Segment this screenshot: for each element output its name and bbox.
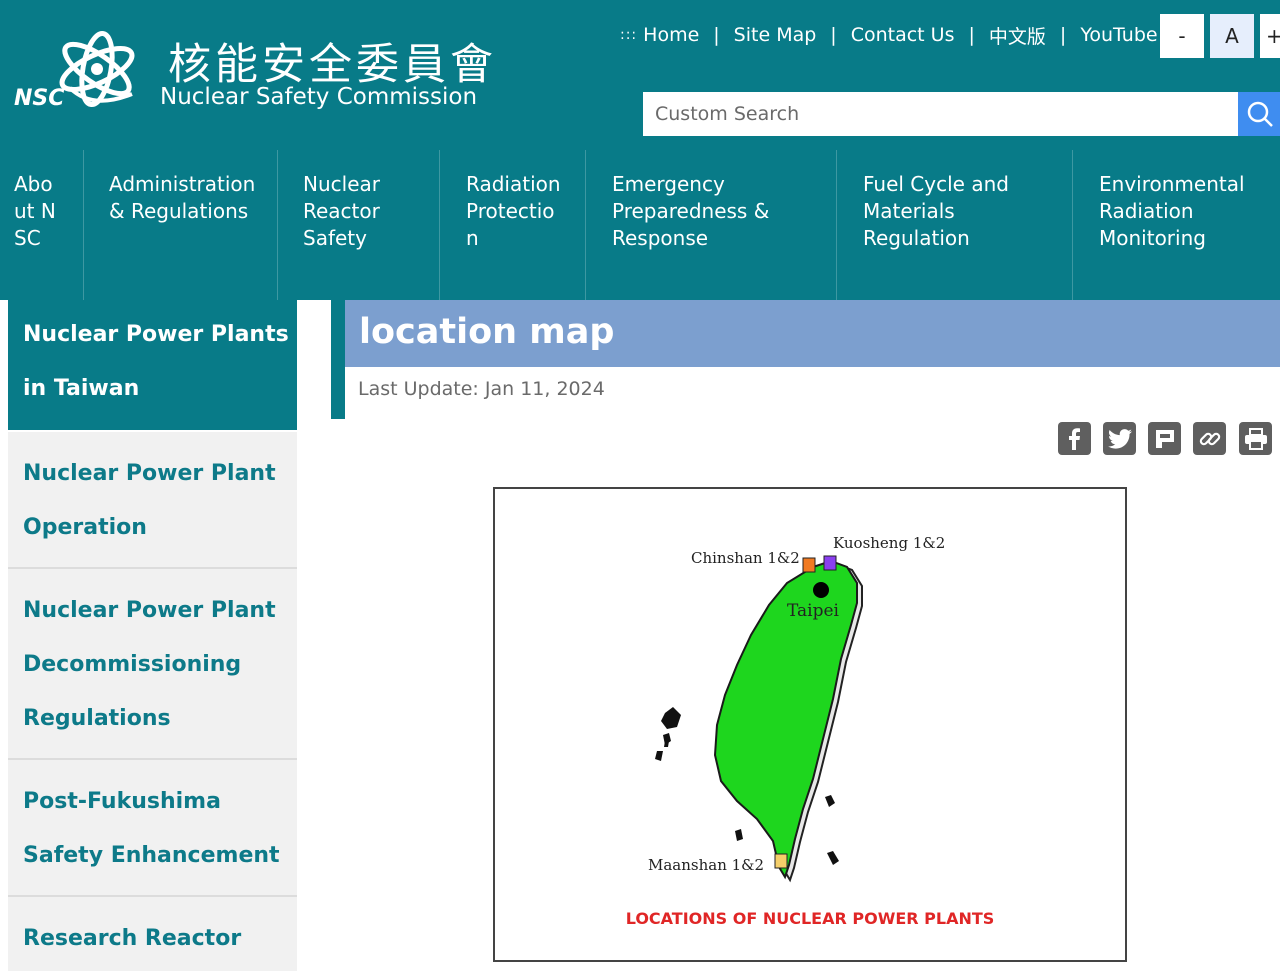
plurk-icon <box>1155 429 1174 448</box>
link-separator: | <box>713 24 720 46</box>
chinese-version-link[interactable]: 中文版 <box>989 22 1046 49</box>
home-link[interactable]: Home <box>643 24 699 46</box>
font-size-normal-button[interactable]: A <box>1210 14 1254 58</box>
site-logo[interactable]: NSC 核能安全委員會 Nuclear Safety Commission <box>12 24 512 124</box>
site-map-link[interactable]: Site Map <box>734 24 817 46</box>
top-links: ::: Home | Site Map | Contact Us | 中文版 |… <box>620 20 1158 50</box>
site-header: NSC 核能安全委員會 Nuclear Safety Commission ::… <box>0 0 1280 300</box>
page-title: location map <box>345 300 1280 367</box>
link-icon <box>1199 432 1220 445</box>
nav-item-reactor-safety[interactable]: Nuclear Reactor Safety <box>303 150 408 300</box>
last-update: Last Update: Jan 11, 2024 <box>358 378 605 400</box>
nav-divider <box>585 150 586 300</box>
nav-divider <box>277 150 278 300</box>
link-separator: | <box>968 24 975 46</box>
nav-divider <box>836 150 837 300</box>
youtube-link[interactable]: YouTube <box>1080 24 1157 46</box>
sidebar-item-post-fukushima[interactable]: Post-Fukushima Safety Enhancement <box>8 760 297 895</box>
contact-us-link[interactable]: Contact Us <box>851 24 955 46</box>
sidebar-heading[interactable]: Nuclear Power Plants in Taiwan <box>8 300 297 430</box>
print-icon <box>1244 427 1267 450</box>
map-label-taipei: Taipei <box>787 601 839 621</box>
twitter-share-button[interactable] <box>1103 422 1136 455</box>
main-nav: About NSC Administration & Regulations N… <box>0 150 1280 300</box>
taiwan-map-graphic <box>655 555 863 883</box>
font-size-decrease-button[interactable]: - <box>1160 14 1204 58</box>
copy-link-button[interactable] <box>1193 422 1226 455</box>
nav-item-radiation-protection[interactable]: Radiation Protection <box>466 150 564 300</box>
sidebar-item-operation-regulations[interactable]: Nuclear Power Plant Operation Regulation… <box>8 432 297 594</box>
location-map: Chinshan 1&2 Kuosheng 1&2 Taipei Maansha… <box>493 487 1127 962</box>
facebook-share-button[interactable] <box>1058 422 1091 455</box>
map-label-kuosheng: Kuosheng 1&2 <box>833 534 946 552</box>
search-icon <box>1247 101 1273 127</box>
facebook-icon <box>1068 427 1080 450</box>
nav-item-environmental[interactable]: Environmental Radiation Monitoring <box>1099 150 1269 300</box>
print-button[interactable] <box>1239 422 1272 455</box>
map-label-chinshan: Chinshan 1&2 <box>691 549 800 567</box>
font-size-increase-button[interactable]: + <box>1260 14 1280 58</box>
nav-item-administration[interactable]: Administration & Regulations <box>109 150 269 300</box>
logo-abbr: NSC <box>14 86 65 111</box>
logo-english-name: Nuclear Safety Commission <box>160 84 478 110</box>
search-button[interactable] <box>1238 92 1280 136</box>
sidebar-item-research-reactor[interactable]: Research Reactor <box>8 897 297 971</box>
link-separator: | <box>830 24 837 46</box>
nav-divider <box>1072 150 1073 300</box>
sidebar-item-decommissioning-regulations[interactable]: Nuclear Power Plant Decommissioning Regu… <box>8 569 297 758</box>
content-accent-bar <box>331 300 345 419</box>
search-input[interactable] <box>643 92 1238 136</box>
nav-divider <box>439 150 440 300</box>
logo-chinese-name: 核能安全委員會 <box>168 40 497 90</box>
nav-item-fuel-cycle[interactable]: Fuel Cycle and Materials Regulation <box>863 150 1043 300</box>
plurk-share-button[interactable] <box>1148 422 1181 455</box>
accesskey-dots[interactable]: ::: <box>620 27 637 43</box>
nav-item-emergency[interactable]: Emergency Preparedness & Response <box>612 150 802 300</box>
map-label-maanshan: Maanshan 1&2 <box>648 856 765 874</box>
map-caption: LOCATIONS OF NUCLEAR POWER PLANTS <box>625 909 995 928</box>
nav-item-about[interactable]: About NSC <box>14 150 60 300</box>
nav-divider <box>83 150 84 300</box>
link-separator: | <box>1059 24 1067 46</box>
twitter-icon <box>1107 428 1132 449</box>
